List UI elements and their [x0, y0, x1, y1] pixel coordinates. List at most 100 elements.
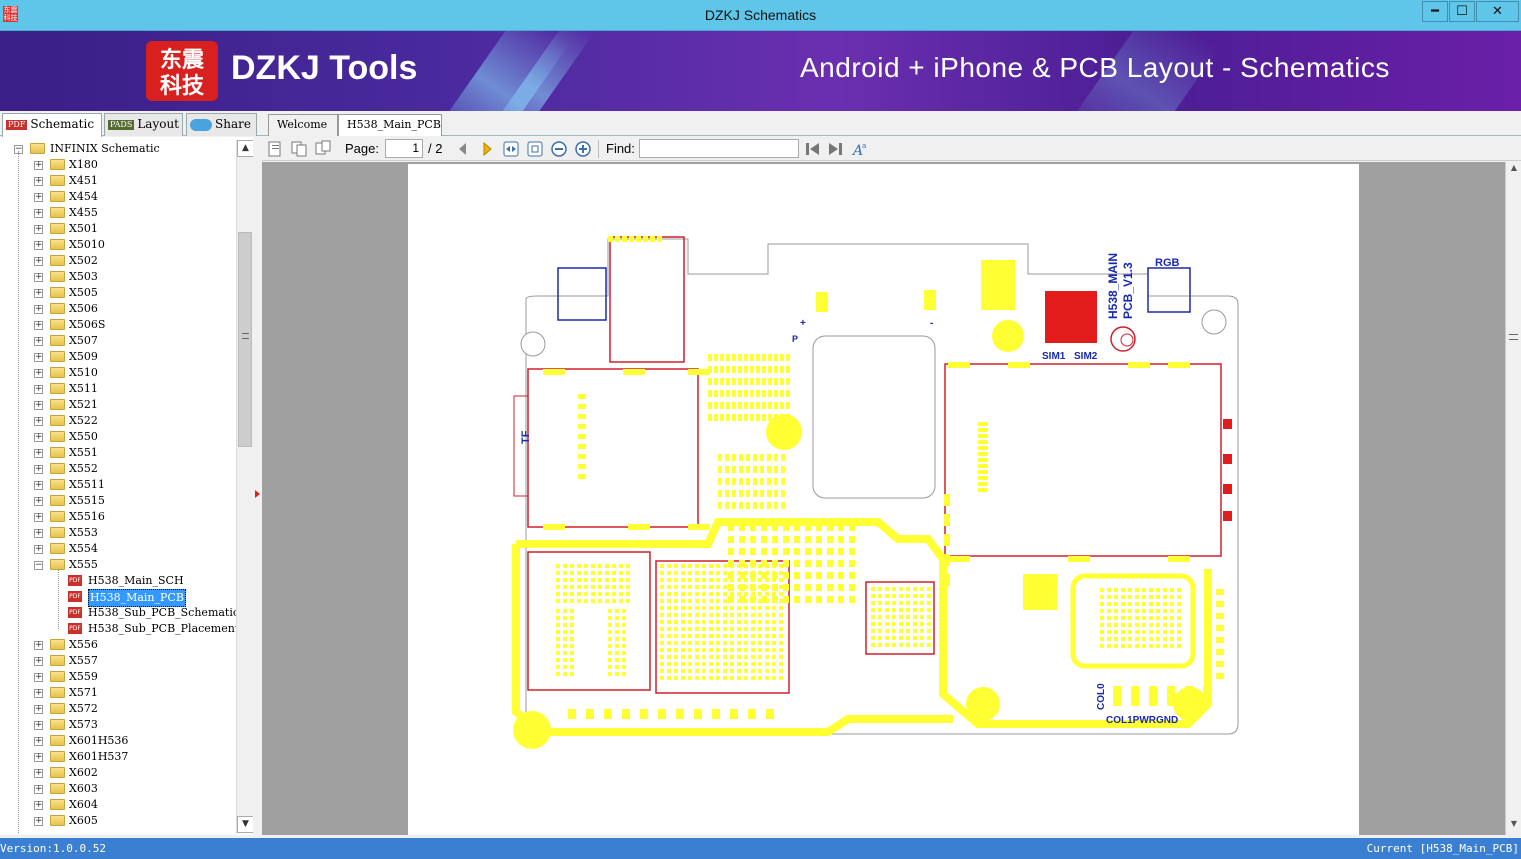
expand-icon[interactable]: +	[34, 225, 43, 234]
expand-icon[interactable]: +	[34, 257, 43, 266]
tree-folder[interactable]: + X573	[0, 717, 236, 733]
prev-page-icon[interactable]	[454, 140, 472, 158]
scroll-grip[interactable]	[1509, 334, 1518, 340]
find-next-icon[interactable]	[827, 140, 845, 158]
tree-folder[interactable]: + X451	[0, 173, 236, 189]
expand-icon[interactable]: +	[34, 321, 43, 330]
tree-folder[interactable]: + X601H536	[0, 733, 236, 749]
expand-icon[interactable]: +	[34, 417, 43, 426]
tree-folder[interactable]: + X572	[0, 701, 236, 717]
tree-folder[interactable]: + X5010	[0, 237, 236, 253]
tree-folder[interactable]: + X521	[0, 397, 236, 413]
next-page-icon[interactable]	[478, 140, 496, 158]
tree-folder[interactable]: + X509	[0, 349, 236, 365]
tree-folder[interactable]: + X455	[0, 205, 236, 221]
pdf-page[interactable]: H538_MAIN PCB_V1.3 RGB SIM1 SIM2 TF COL0…	[408, 164, 1359, 835]
page-number-input[interactable]: 1	[385, 139, 423, 158]
tab-share[interactable]: Share	[186, 113, 257, 136]
tree-folder[interactable]: + X511	[0, 381, 236, 397]
collapse-icon[interactable]: −	[34, 561, 43, 570]
tree-folder[interactable]: + X5515	[0, 493, 236, 509]
scroll-down-icon[interactable]: ▼	[1507, 819, 1521, 833]
tree-root[interactable]: − INFINIX Schematic	[0, 141, 236, 157]
zoom-in-icon[interactable]	[574, 140, 592, 158]
expand-icon[interactable]: +	[34, 785, 43, 794]
expand-icon[interactable]: +	[34, 209, 43, 218]
expand-icon[interactable]: +	[34, 161, 43, 170]
panel-splitter[interactable]	[253, 137, 261, 835]
tree-file[interactable]: PDF H538_Main_PCB	[0, 589, 236, 607]
fit-page-icon[interactable]	[526, 140, 544, 158]
expand-icon[interactable]: +	[34, 529, 43, 538]
tree-folder[interactable]: + X5516	[0, 509, 236, 525]
expand-icon[interactable]: +	[34, 289, 43, 298]
tree-file[interactable]: PDF H538_Sub_PCB_Schematic	[0, 605, 236, 621]
tree-folder[interactable]: + X605	[0, 813, 236, 829]
tree-folder[interactable]: + X5511	[0, 477, 236, 493]
expand-icon[interactable]: +	[34, 657, 43, 666]
expand-icon[interactable]: +	[34, 401, 43, 410]
expand-icon[interactable]: +	[34, 673, 43, 682]
tree-folder[interactable]: + X552	[0, 461, 236, 477]
viewer-scrollbar[interactable]: ▲ ▼	[1505, 162, 1521, 835]
expand-icon[interactable]: +	[34, 481, 43, 490]
tree-folder[interactable]: + X507	[0, 333, 236, 349]
expand-icon[interactable]: +	[34, 545, 43, 554]
expand-icon[interactable]: +	[34, 641, 43, 650]
tree-folder[interactable]: + X553	[0, 525, 236, 541]
scroll-thumb[interactable]	[238, 232, 252, 447]
open-icon[interactable]	[266, 140, 284, 158]
find-prev-icon[interactable]	[803, 140, 821, 158]
tree-folder[interactable]: + X601H537	[0, 749, 236, 765]
tree-folder[interactable]: + X557	[0, 653, 236, 669]
expand-icon[interactable]: +	[34, 273, 43, 282]
tree-folder[interactable]: + X603	[0, 781, 236, 797]
tree-folder[interactable]: + X506	[0, 301, 236, 317]
find-input[interactable]	[639, 139, 799, 158]
tree-folder[interactable]: + X554	[0, 541, 236, 557]
tree-folder[interactable]: + X506S	[0, 317, 236, 333]
expand-icon[interactable]: +	[34, 193, 43, 202]
tree-folder[interactable]: + X454	[0, 189, 236, 205]
tab-h538-main-pcb[interactable]: H538_Main_PCB✕	[338, 114, 442, 150]
tree-file[interactable]: PDF H538_Sub_PCB_Placement	[0, 621, 236, 637]
expand-icon[interactable]: +	[34, 465, 43, 474]
expand-icon[interactable]: +	[34, 337, 43, 346]
expand-icon[interactable]: +	[34, 385, 43, 394]
expand-icon[interactable]: +	[34, 353, 43, 362]
expand-icon[interactable]: +	[34, 305, 43, 314]
tree-folder[interactable]: − X555	[0, 557, 236, 573]
tree-folder[interactable]: + X550	[0, 429, 236, 445]
pages-icon[interactable]	[314, 140, 332, 158]
expand-icon[interactable]: +	[34, 513, 43, 522]
expand-icon[interactable]: +	[34, 817, 43, 826]
close-button[interactable]: ✕	[1476, 1, 1519, 22]
tree-folder[interactable]: + X604	[0, 797, 236, 813]
expand-icon[interactable]: +	[34, 769, 43, 778]
fit-width-icon[interactable]	[502, 140, 520, 158]
match-case-icon[interactable]: Aa	[851, 140, 869, 158]
expand-icon[interactable]: +	[34, 369, 43, 378]
maximize-button[interactable]: ☐	[1449, 1, 1475, 22]
tree-folder[interactable]: + X503	[0, 269, 236, 285]
scroll-up-icon[interactable]: ▲	[1507, 163, 1521, 177]
expand-icon[interactable]: +	[34, 241, 43, 250]
copy-icon[interactable]	[290, 140, 308, 158]
tree-folder[interactable]: + X559	[0, 669, 236, 685]
tree-folder[interactable]: + X602	[0, 765, 236, 781]
tree-folder[interactable]: + X571	[0, 685, 236, 701]
expand-icon[interactable]: +	[34, 433, 43, 442]
tab-welcome[interactable]: Welcome	[268, 114, 338, 136]
scroll-down-icon[interactable]: ▼	[237, 816, 254, 833]
scroll-up-icon[interactable]: ▲	[237, 140, 254, 157]
tree-file[interactable]: PDF H538_Main_SCH	[0, 573, 236, 589]
tree-scrollbar[interactable]: ▲ ▼	[236, 140, 254, 833]
expand-icon[interactable]: +	[34, 753, 43, 762]
collapse-arrow-icon[interactable]	[255, 490, 260, 498]
minimize-button[interactable]: ━	[1422, 1, 1448, 22]
expand-icon[interactable]: +	[34, 497, 43, 506]
tab-layout[interactable]: PADS Layout	[104, 113, 183, 136]
expand-icon[interactable]: +	[34, 689, 43, 698]
zoom-out-icon[interactable]	[550, 140, 568, 158]
expand-icon[interactable]: +	[34, 449, 43, 458]
